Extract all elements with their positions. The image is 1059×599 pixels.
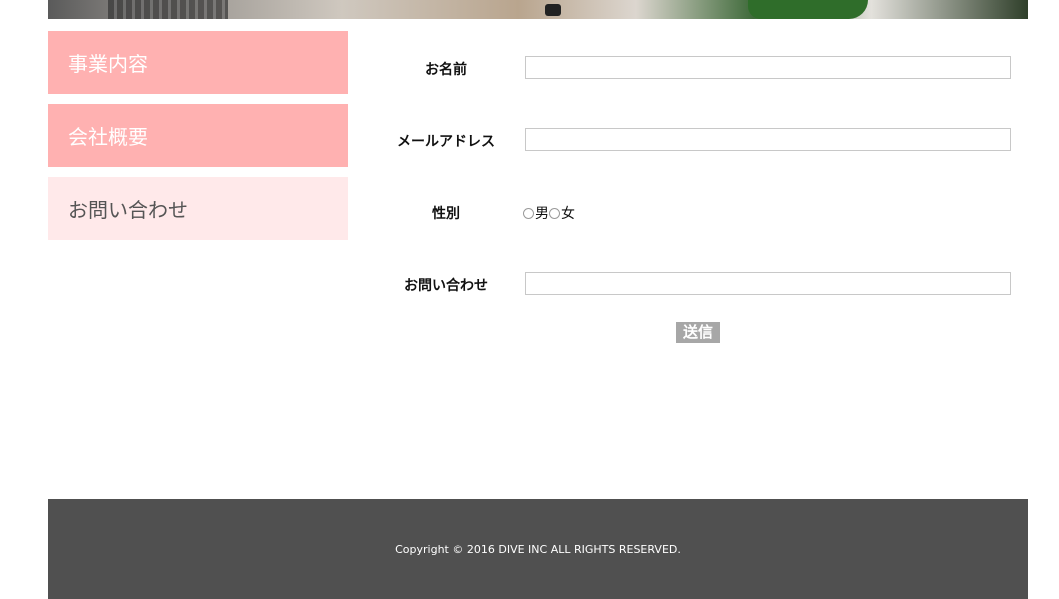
gender-male-radio[interactable] — [523, 207, 534, 219]
footer: Copyright © 2016 DIVE INC ALL RIGHTS RES… — [48, 499, 1028, 599]
inquiry-label: お問い合わせ — [404, 278, 488, 294]
sidebar-item-business[interactable]: 事業内容 — [48, 31, 348, 94]
email-field[interactable] — [525, 128, 1011, 151]
plant-photo-detail — [748, 0, 868, 19]
pen-photo-detail — [545, 4, 561, 16]
sidebar-item-label: 事業内容 — [68, 52, 148, 76]
name-field[interactable] — [525, 56, 1011, 79]
gender-female-radio[interactable] — [549, 207, 560, 219]
sidebar-item-contact[interactable]: お問い合わせ — [48, 177, 348, 240]
copyright-text: Copyright © 2016 DIVE INC ALL RIGHTS RES… — [395, 542, 681, 556]
email-label: メールアドレス — [397, 134, 495, 150]
inquiry-field[interactable] — [525, 272, 1011, 295]
gender-radio-group: 男 女 — [523, 203, 575, 223]
name-label: お名前 — [425, 62, 467, 78]
gender-female-label: 女 — [561, 206, 575, 222]
submit-button[interactable]: 送信 — [676, 322, 720, 343]
sidebar-item-company[interactable]: 会社概要 — [48, 104, 348, 167]
sidebar-item-label: 会社概要 — [68, 125, 148, 149]
gender-label: 性別 — [432, 206, 460, 222]
keyboard-photo-detail — [108, 0, 228, 19]
header-banner-image — [48, 0, 1028, 19]
gender-male-label: 男 — [535, 206, 549, 222]
sidebar-item-label: お問い合わせ — [68, 198, 188, 222]
